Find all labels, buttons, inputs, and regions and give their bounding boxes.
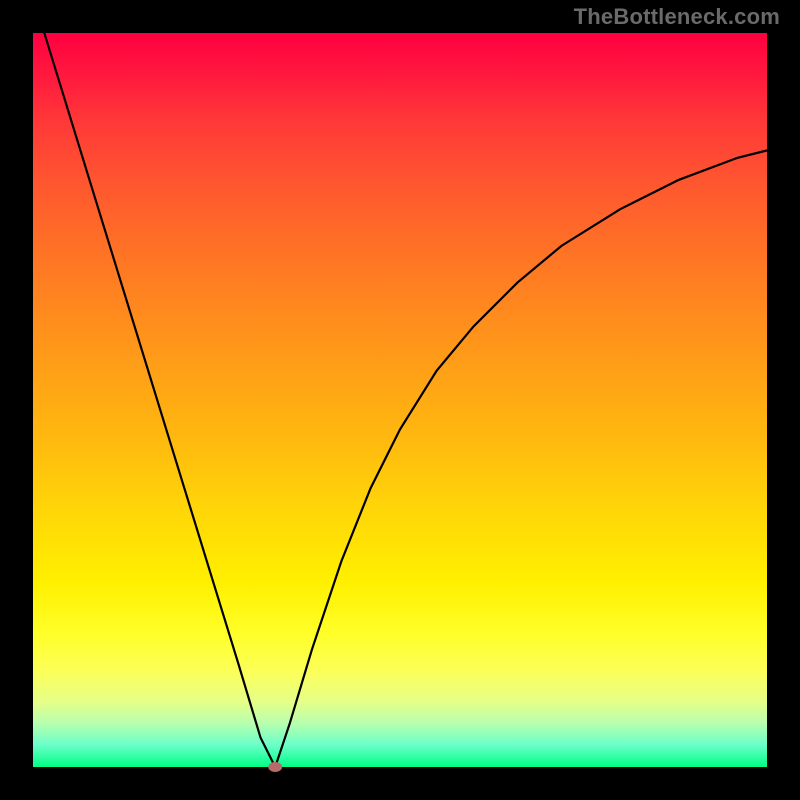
plot-area [33,33,767,767]
curve-left-branch [33,0,275,767]
chart-frame: TheBottleneck.com [0,0,800,800]
curve-right-branch [275,150,767,767]
curve-svg [33,33,767,767]
minimum-marker [268,762,282,772]
watermark-text: TheBottleneck.com [574,4,780,30]
